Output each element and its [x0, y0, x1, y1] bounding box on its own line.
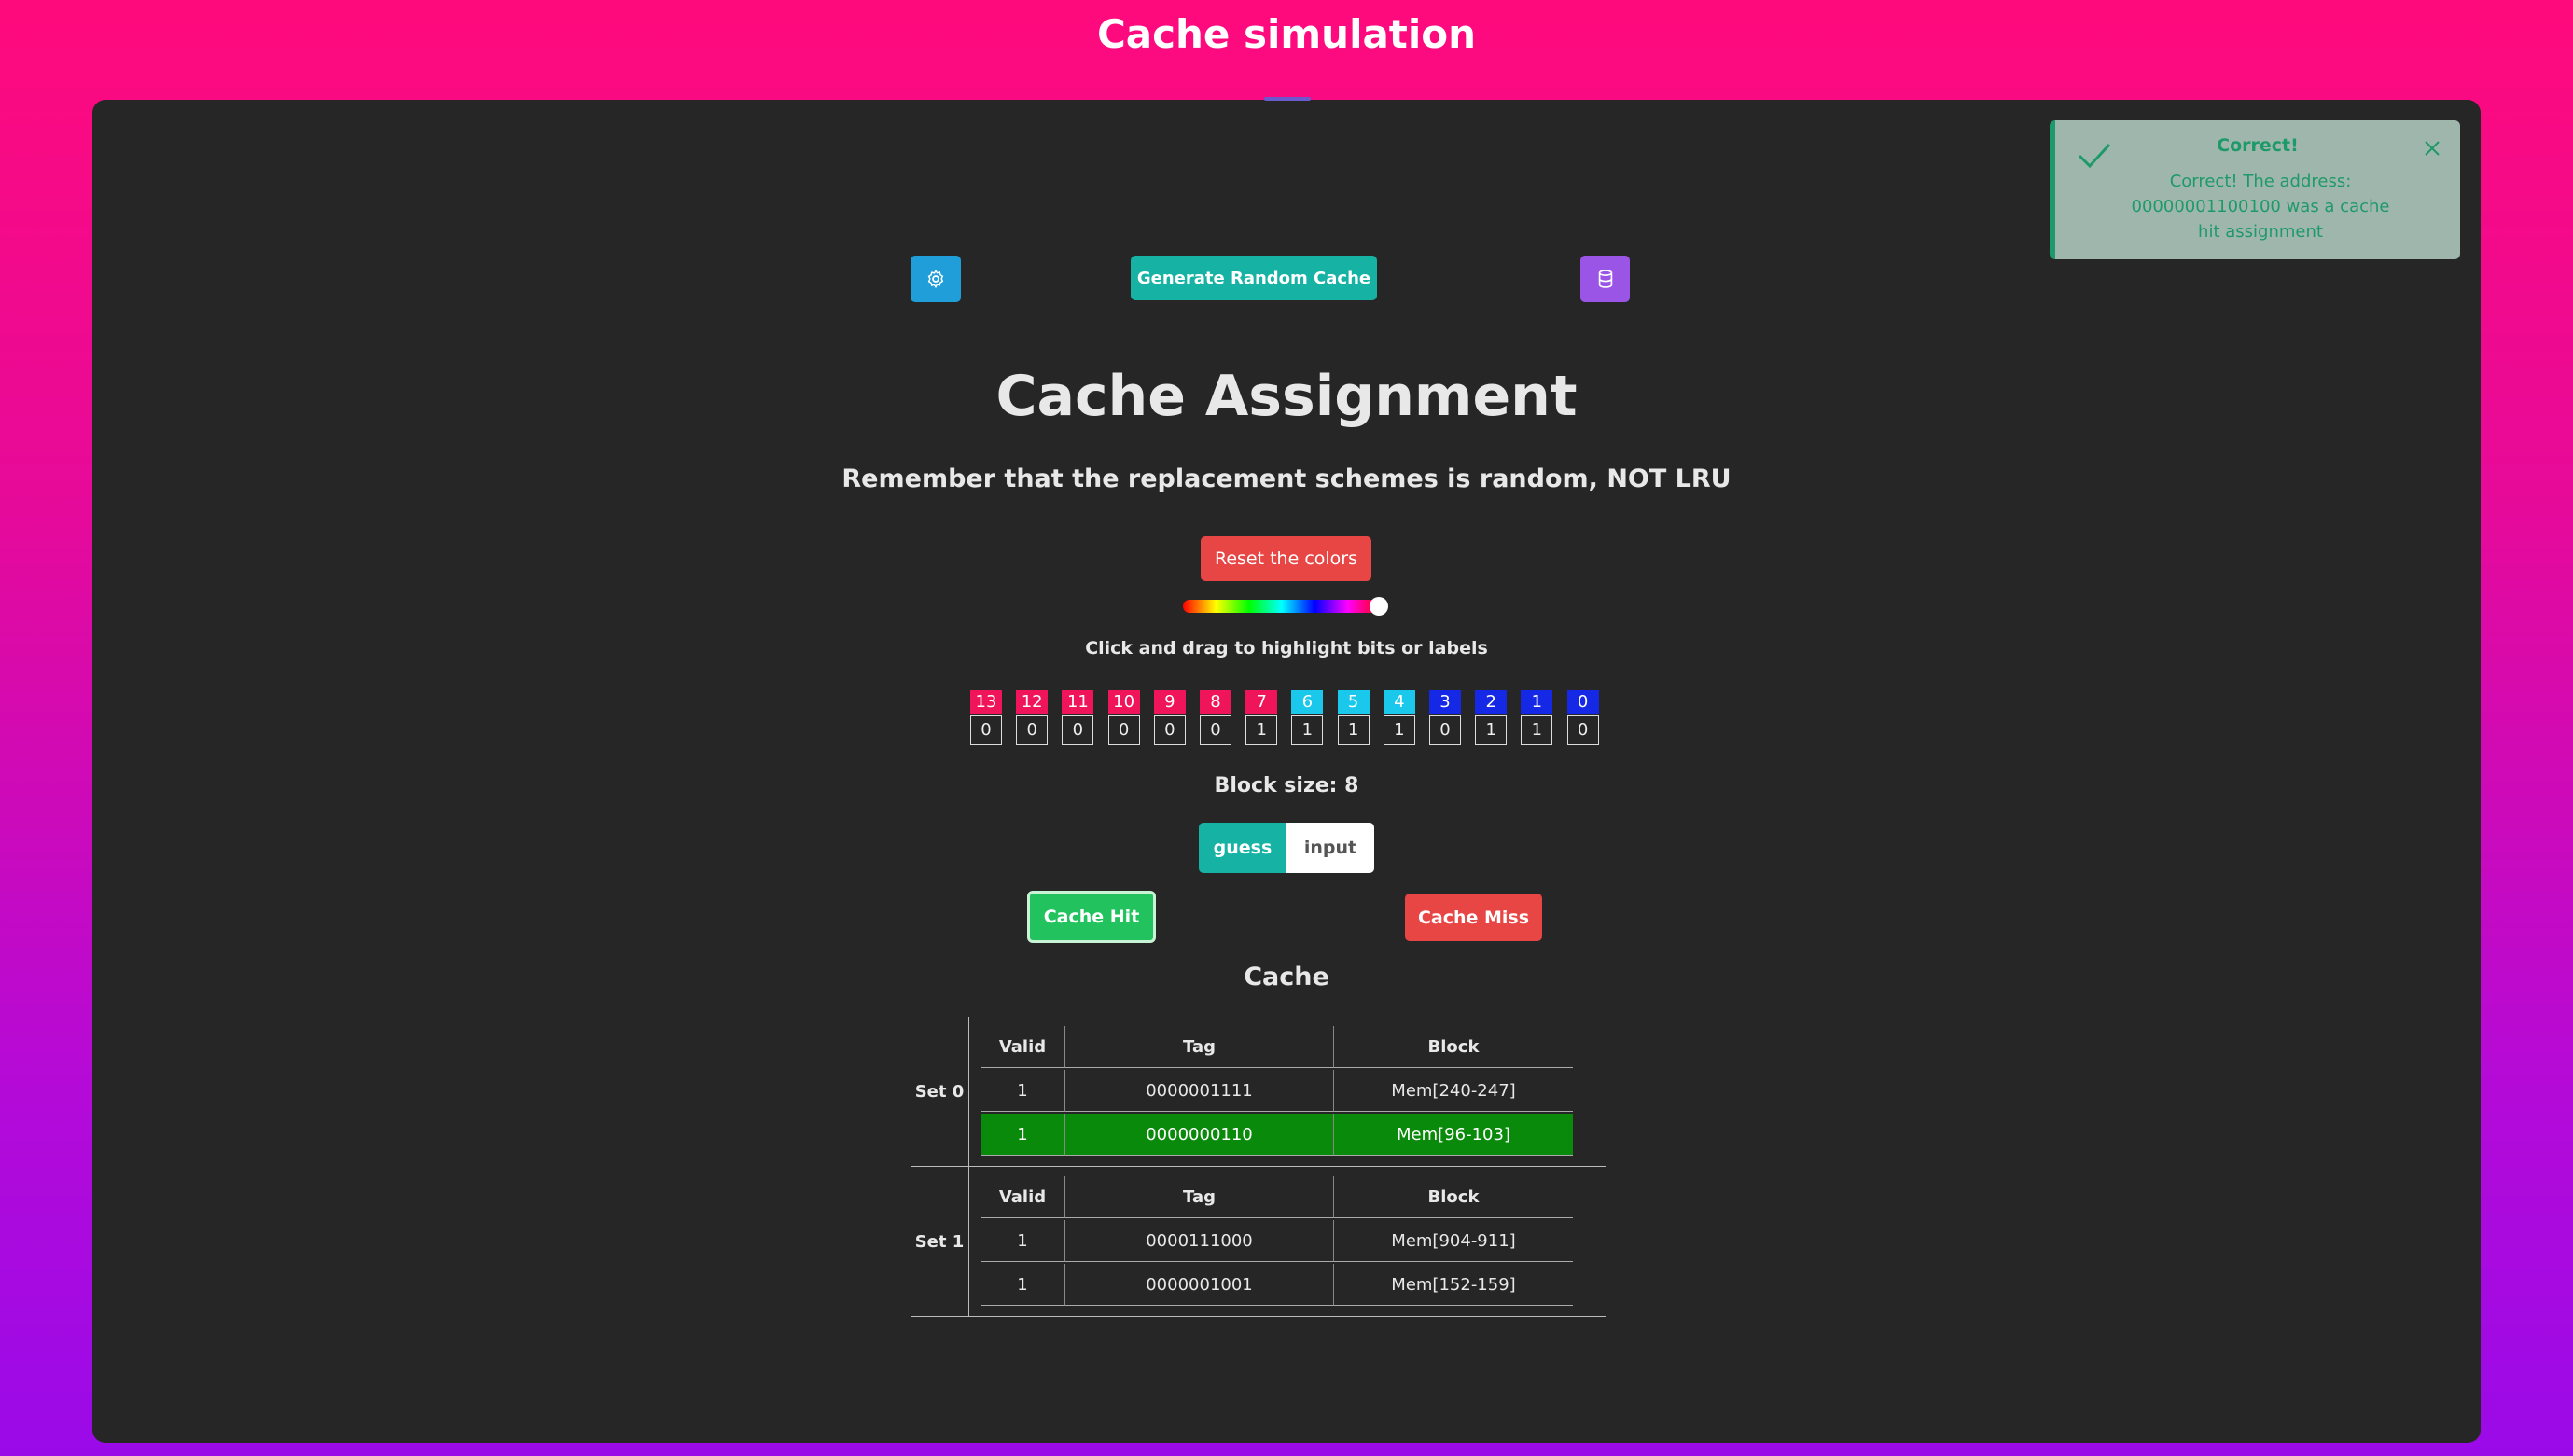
toast-message: Correct! The address: 00000001100100 was…: [2131, 172, 2390, 242]
bit-index-label[interactable]: 2: [1475, 690, 1508, 714]
address-bit[interactable]: 90: [1153, 690, 1186, 745]
address-bit[interactable]: 21: [1475, 690, 1508, 745]
bit-index-label[interactable]: 6: [1291, 690, 1324, 714]
bit-index-label[interactable]: 8: [1200, 690, 1231, 714]
app-title: Cache simulation: [1096, 11, 1477, 57]
bit-index-label[interactable]: 11: [1062, 690, 1094, 714]
bit-value[interactable]: 1: [1245, 715, 1278, 745]
address-bit[interactable]: 61: [1291, 690, 1324, 745]
address-bit[interactable]: 12 0: [1016, 690, 1049, 745]
gear-icon: [927, 269, 944, 289]
address-bit[interactable]: 00: [1566, 690, 1599, 745]
bit-value[interactable]: 0: [1062, 715, 1094, 745]
column-header-block: Block: [1334, 1026, 1573, 1068]
table-row: 1 0000001001 Mem[152-159]: [981, 1264, 1573, 1306]
tag-cell: 0000000110: [1065, 1114, 1334, 1156]
bit-value[interactable]: 1: [1383, 715, 1415, 745]
column-header-tag: Tag: [1065, 1026, 1334, 1068]
column-header-valid: Valid: [981, 1176, 1065, 1218]
highlight-hint: Click and drag to highlight bits or labe…: [1085, 638, 1488, 659]
address-bit[interactable]: 11: [1521, 690, 1553, 745]
address-bit[interactable]: 30: [1429, 690, 1461, 745]
bit-value[interactable]: 1: [1291, 715, 1324, 745]
hue-slider-thumb[interactable]: [1370, 597, 1388, 616]
database-icon: [1598, 270, 1612, 288]
toast-title: Correct!: [2217, 135, 2299, 156]
bit-index-label[interactable]: 13: [970, 690, 1002, 714]
tag-cell: 0000001111: [1065, 1070, 1334, 1112]
valid-cell: 1: [981, 1220, 1065, 1262]
mode-input-option[interactable]: input: [1286, 823, 1374, 873]
table-header-row: Valid Tag Block: [981, 1026, 1573, 1068]
bit-value[interactable]: 1: [1521, 715, 1553, 745]
bit-index-label[interactable]: 0: [1566, 690, 1599, 714]
table-header-row: Valid Tag Block: [981, 1176, 1573, 1218]
success-toast: Correct! Correct! The address: 000000011…: [2050, 120, 2460, 259]
valid-cell: 1: [981, 1264, 1065, 1306]
column-header-block: Block: [1334, 1176, 1573, 1218]
column-header-tag: Tag: [1065, 1176, 1334, 1218]
bit-value[interactable]: 0: [1153, 715, 1186, 745]
mode-toggle[interactable]: guess input: [1199, 823, 1374, 873]
address-bit[interactable]: 51: [1337, 690, 1370, 745]
cache-table: Set 0 Valid Tag Block 1 0000001111 Mem[2…: [911, 1017, 1606, 1317]
bit-value[interactable]: 0: [970, 715, 1002, 745]
set-label: Set 1: [911, 1167, 969, 1317]
bit-value[interactable]: 1: [1337, 715, 1370, 745]
panel-tab-indicator: [1264, 97, 1311, 101]
cache-set: Set 1 Valid Tag Block 1 0000111000 Mem[9…: [911, 1167, 1606, 1317]
bit-value[interactable]: 1: [1475, 715, 1508, 745]
bit-value[interactable]: 0: [1200, 715, 1231, 745]
block-cell: Mem[96-103]: [1334, 1114, 1573, 1156]
bit-index-label[interactable]: 7: [1245, 690, 1278, 714]
table-row: 1 0000001111 Mem[240-247]: [981, 1070, 1573, 1112]
block-cell: Mem[240-247]: [1334, 1070, 1573, 1112]
address-bit[interactable]: 71: [1245, 690, 1278, 745]
bit-index-label[interactable]: 12: [1016, 690, 1049, 714]
address-bit[interactable]: 41: [1383, 690, 1415, 745]
address-bit[interactable]: 10 0: [1107, 690, 1140, 745]
block-cell: Mem[152-159]: [1334, 1264, 1573, 1306]
close-icon[interactable]: [2421, 137, 2443, 159]
generate-random-cache-button[interactable]: Generate Random Cache: [1131, 256, 1377, 300]
tag-cell: 0000111000: [1065, 1220, 1334, 1262]
column-header-valid: Valid: [981, 1026, 1065, 1068]
bit-value[interactable]: 0: [1016, 715, 1049, 745]
bit-index-label[interactable]: 10: [1107, 690, 1140, 714]
settings-button[interactable]: [911, 256, 961, 302]
database-button[interactable]: [1580, 256, 1630, 302]
cache-title: Cache: [1244, 963, 1329, 991]
hue-slider[interactable]: [1183, 597, 1388, 616]
tag-cell: 0000001001: [1065, 1264, 1334, 1306]
valid-cell: 1: [981, 1114, 1065, 1156]
mode-guess-option[interactable]: guess: [1199, 823, 1286, 873]
cache-hit-button[interactable]: Cache Hit: [1027, 891, 1156, 943]
page-subtitle: Remember that the replacement schemes is…: [841, 465, 1732, 493]
bit-value[interactable]: 0: [1429, 715, 1461, 745]
bit-index-label[interactable]: 5: [1337, 690, 1370, 714]
table-row-highlighted: 1 0000000110 Mem[96-103]: [981, 1114, 1573, 1156]
valid-cell: 1: [981, 1070, 1065, 1112]
address-bit[interactable]: 13 0: [970, 690, 1002, 745]
address-bits: 13 0 12 0 11 0 10 0 9 0 8 0 7 1 6 1 5 1 4 1 3 0 2 1 1 1 0 0: [970, 690, 1605, 748]
reset-colors-button[interactable]: Reset the colors: [1201, 536, 1371, 581]
block-size-label: Block size: 8: [1214, 774, 1359, 797]
bit-index-label[interactable]: 4: [1383, 690, 1415, 714]
bit-index-label[interactable]: 9: [1153, 690, 1186, 714]
bit-index-label[interactable]: 3: [1429, 690, 1461, 714]
block-cell: Mem[904-911]: [1334, 1220, 1573, 1262]
cache-set: Set 0 Valid Tag Block 1 0000001111 Mem[2…: [911, 1017, 1606, 1167]
bit-index-label[interactable]: 1: [1521, 690, 1553, 714]
table-row: 1 0000111000 Mem[904-911]: [981, 1220, 1573, 1262]
page-title: Cache Assignment: [995, 364, 1578, 429]
hue-slider-track[interactable]: [1183, 600, 1381, 613]
cache-miss-button[interactable]: Cache Miss: [1405, 894, 1542, 941]
bit-value[interactable]: 0: [1107, 715, 1140, 745]
set-label: Set 0: [911, 1017, 969, 1167]
address-bit[interactable]: 11 0: [1062, 690, 1094, 745]
address-bit[interactable]: 80: [1200, 690, 1231, 745]
bit-value[interactable]: 0: [1566, 715, 1599, 745]
